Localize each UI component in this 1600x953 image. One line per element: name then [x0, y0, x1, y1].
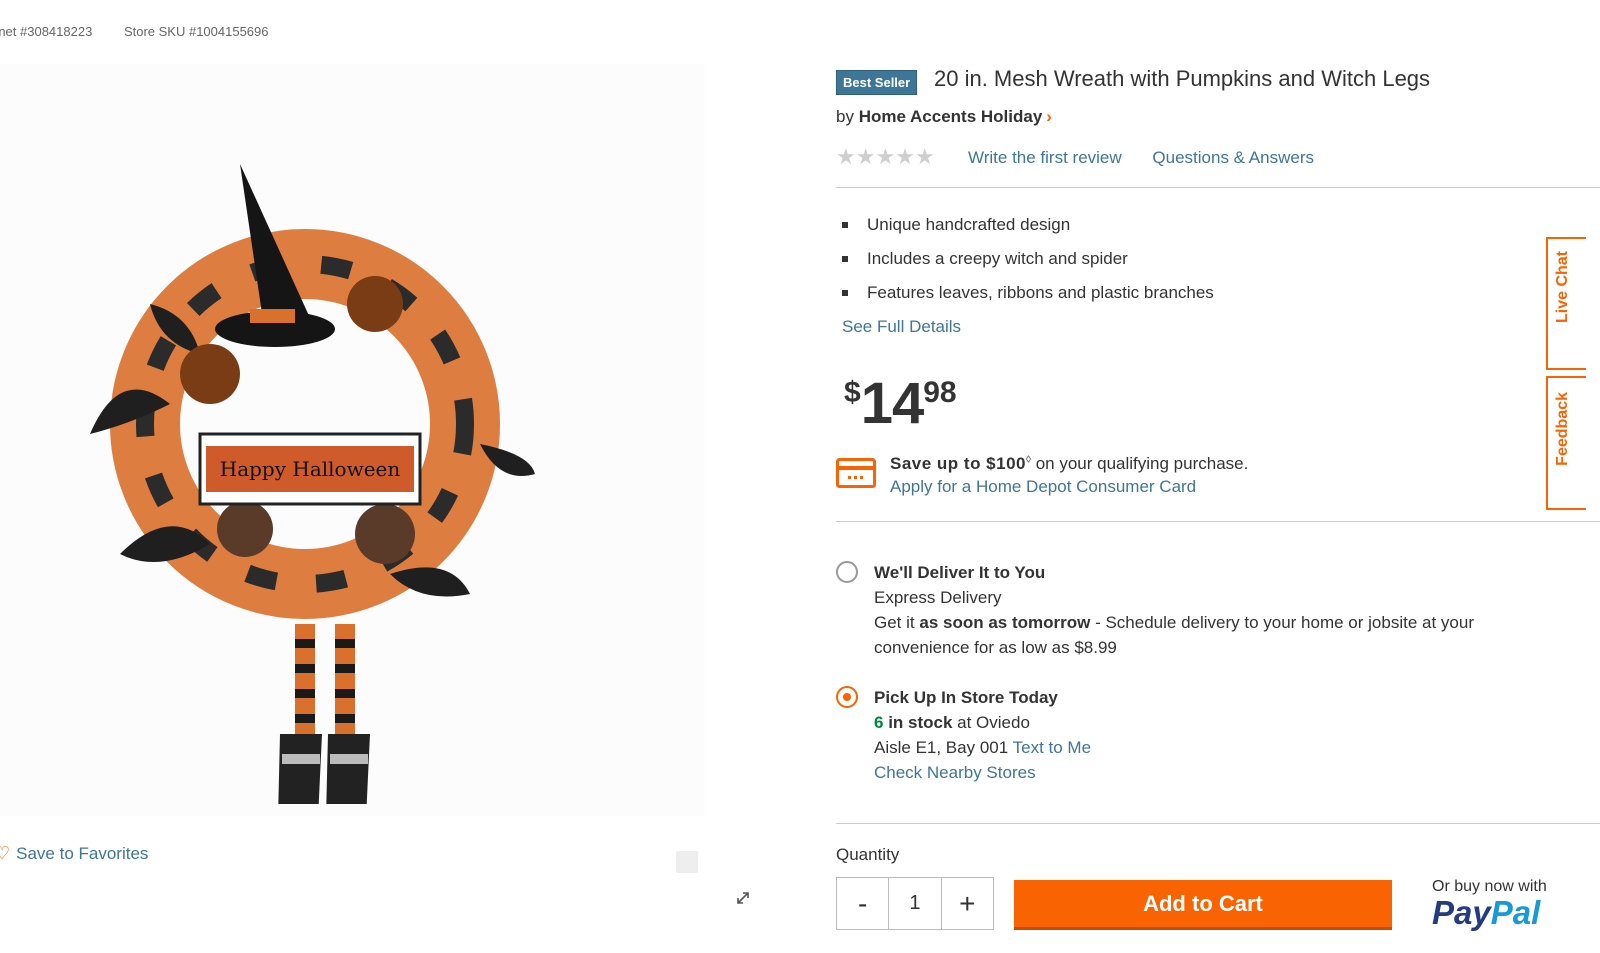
check-nearby-stores-link[interactable]: Check Nearby Stores	[874, 763, 1036, 782]
product-title: 20 in. Mesh Wreath with Pumpkins and Wit…	[934, 66, 1431, 91]
store-sku: Store SKU #1004155696	[123, 24, 269, 39]
internet-number: rnet #308418223	[0, 24, 93, 39]
pickup-option[interactable]: Pick Up In Store Today 6 in stock at Ovi…	[874, 685, 1564, 785]
feature-item: Features leaves, ribbons and plastic bra…	[836, 280, 1214, 314]
quantity-input[interactable]: 1	[888, 878, 942, 929]
text-to-me-link[interactable]: Text to Me	[1013, 738, 1091, 757]
write-review-link[interactable]: Write the first review	[968, 148, 1122, 167]
live-chat-label: Live Chat	[1554, 251, 1571, 324]
feature-list: Unique handcrafted design Includes a cre…	[836, 212, 1214, 314]
stock-status: 6 in stock at Oviedo	[874, 713, 1030, 732]
by-label: by	[836, 107, 854, 126]
credit-offer: Save up to $100◊ on your qualifying purc…	[890, 454, 1248, 474]
paypal-button[interactable]: PayPal	[1432, 894, 1540, 932]
product-image[interactable]: Happy Halloween	[0, 64, 749, 904]
apply-card-link[interactable]: Apply for a Home Depot Consumer Card	[890, 477, 1196, 497]
best-seller-badge: Best Seller	[836, 70, 918, 95]
credit-offer-amount: Save up to $100	[890, 454, 1027, 473]
review-links: Write the first review Questions & Answe…	[968, 148, 1340, 168]
delivery-option[interactable]: We'll Deliver It to You Express Delivery…	[874, 560, 1564, 660]
live-chat-tab[interactable]: Live Chat	[1546, 237, 1586, 370]
sign-text: Happy Halloween	[220, 457, 401, 481]
price-currency: $	[844, 376, 861, 409]
price: $1498	[844, 370, 957, 437]
questions-answers-link[interactable]: Questions & Answers	[1152, 148, 1314, 167]
decrease-quantity-button[interactable]: -	[837, 878, 888, 929]
credit-card-icon	[836, 458, 876, 488]
save-to-favorites[interactable]: ♡ Save to Favorites	[0, 843, 148, 864]
feature-item: Includes a creepy witch and spider	[836, 246, 1214, 280]
brand-link[interactable]: Home Accents Holiday	[859, 107, 1043, 126]
delivery-heading: We'll Deliver It to You	[874, 563, 1046, 582]
see-full-details-link[interactable]: See Full Details	[842, 317, 961, 337]
divider	[836, 187, 1600, 188]
expand-icon[interactable]	[676, 851, 749, 904]
credit-offer-text: on your qualifying purchase.	[1030, 454, 1249, 473]
delivery-type: Express Delivery	[874, 588, 1002, 607]
feedback-tab[interactable]: Feedback	[1546, 376, 1586, 510]
pickup-radio[interactable]	[836, 686, 858, 708]
delivery-description: Get it as soon as tomorrow - Schedule de…	[874, 613, 1474, 657]
price-cents: 98	[923, 376, 957, 409]
product-ids: rnet #308418223 Store SKU #1004155696	[0, 24, 297, 39]
quantity-stepper: - 1 +	[836, 877, 994, 930]
aisle-location: Aisle E1, Bay 001 Text to Me	[874, 738, 1092, 757]
heart-icon: ♡	[0, 843, 11, 863]
rating-stars: ★★★★★	[836, 144, 935, 169]
feature-item: Unique handcrafted design	[836, 212, 1214, 246]
divider	[836, 521, 1600, 522]
quantity-label: Quantity	[836, 845, 900, 864]
pickup-heading: Pick Up In Store Today	[874, 688, 1058, 707]
add-to-cart-button[interactable]: Add to Cart	[1014, 880, 1392, 930]
wreath-illustration: Happy Halloween	[90, 164, 535, 804]
feedback-label: Feedback	[1554, 392, 1571, 466]
delivery-radio[interactable]	[836, 561, 858, 583]
chevron-right-icon: ›	[1046, 107, 1052, 126]
divider	[836, 823, 1600, 824]
price-dollars: 14	[860, 371, 925, 436]
save-to-favorites-label: Save to Favorites	[16, 843, 149, 863]
brand-line: by Home Accents Holiday ›	[836, 107, 1052, 127]
increase-quantity-button[interactable]: +	[942, 878, 993, 929]
